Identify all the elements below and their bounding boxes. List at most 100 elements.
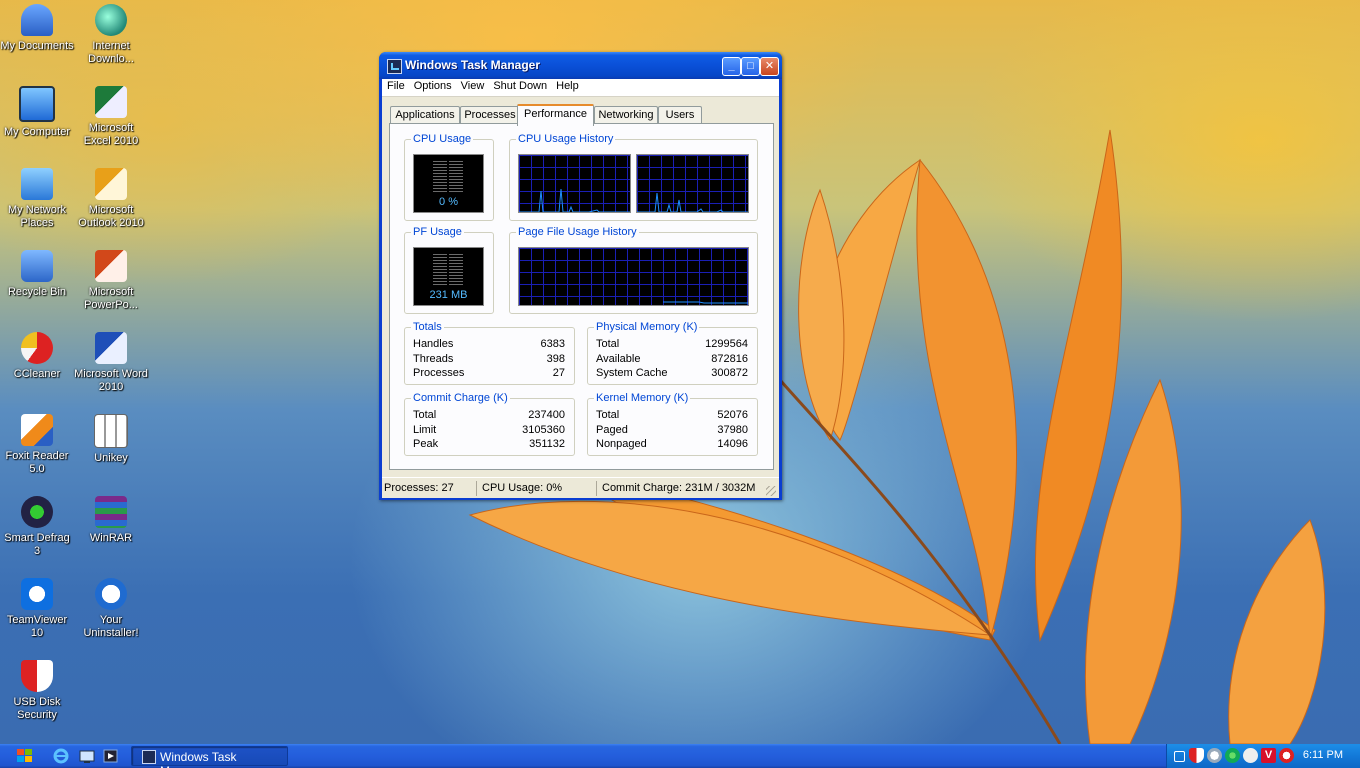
resize-grip[interactable] [766, 486, 776, 496]
desktop-icon-word[interactable]: Microsoft Word 2010 [74, 332, 148, 394]
desktop-icon-outlook[interactable]: Microsoft Outlook 2010 [74, 168, 148, 230]
totals-handles-row: Handles 6383 [413, 338, 565, 352]
menu-bar: File Options View Shut Down Help [382, 79, 779, 97]
pf-usage-meter: 231 MB [413, 247, 484, 306]
cpu-history-line-2 [637, 192, 748, 212]
desktop-icon-label: My Computer [3, 126, 71, 138]
windows-logo-icon [17, 749, 32, 762]
performance-panel: CPU Usage 0 % CPU Usage History PF Usage… [389, 123, 774, 470]
stat-label: Total [413, 409, 437, 421]
media-player-icon[interactable] [102, 747, 120, 765]
kernel-memory-group: Kernel Memory (K) Total 52076 Paged 3798… [587, 392, 758, 456]
tray-status-icon[interactable] [1243, 748, 1258, 763]
start-button[interactable] [14, 747, 36, 765]
desktop-icon-my-computer[interactable]: My Computer [0, 86, 74, 139]
window-titlebar[interactable]: Windows Task Manager _ □ ✕ [379, 52, 782, 79]
kernel-nonpaged-row: Nonpaged 14096 [596, 438, 748, 452]
tab-networking[interactable]: Networking [594, 106, 658, 124]
desktop-icon-my-documents[interactable]: My Documents [0, 4, 74, 53]
menu-file[interactable]: File [382, 79, 409, 92]
totals-threads-row: Threads 398 [413, 353, 565, 367]
pf-meter-bars [433, 254, 463, 286]
usb-security-tray-icon[interactable] [1189, 748, 1204, 763]
desktop-icon-your-uninstaller[interactable]: Your Uninstaller! [74, 578, 148, 640]
tray-alert-icon[interactable] [1279, 748, 1294, 763]
desktop-icon-label: Your Uninstaller! [83, 614, 139, 639]
desktop-icon-internet-download[interactable]: Internet Downlo... [74, 4, 148, 66]
menu-help[interactable]: Help [551, 79, 583, 92]
status-commit-charge: Commit Charge: 231M / 3032M [596, 481, 772, 496]
stat-value: 3105360 [522, 424, 565, 436]
task-manager-icon [387, 59, 402, 74]
powerpoint-icon [95, 250, 127, 282]
stat-label: Limit [413, 424, 437, 436]
physical-memory-title: Physical Memory (K) [594, 321, 700, 333]
desktop: My Documents My Computer My Network Plac… [0, 0, 1360, 744]
unikey-icon [94, 414, 128, 448]
desktop-icon-label: Internet Downlo... [88, 40, 134, 65]
stat-value: 1299564 [705, 338, 748, 350]
show-desktop-icon[interactable] [78, 747, 96, 765]
desktop-icon-powerpoint[interactable]: Microsoft PowerPo... [74, 250, 148, 312]
task-manager-window[interactable]: Windows Task Manager _ □ ✕ File Options Vi… [379, 52, 782, 500]
desktop-icon-label: Unikey [94, 452, 128, 464]
taskbar-button-label: Windows Task Manager [160, 750, 237, 768]
outlook-icon [95, 168, 127, 200]
stat-value: 237400 [528, 409, 565, 421]
monitor-icon [19, 86, 55, 122]
menu-shut-down[interactable]: Shut Down [488, 79, 551, 92]
cpu-history-title: CPU Usage History [516, 133, 616, 145]
desktop-icon-foxit-reader[interactable]: Foxit Reader 5.0 [0, 414, 74, 476]
taskbar: Windows Task Manager V 6:11 PM [0, 744, 1360, 768]
tab-applications[interactable]: Applications [390, 106, 460, 124]
desktop-icon-label: TeamViewer 10 [6, 614, 68, 639]
status-bar: Processes: 27 CPU Usage: 0% Commit Charg… [382, 477, 779, 498]
desktop-icon-excel[interactable]: Microsoft Excel 2010 [74, 86, 148, 148]
stat-label: Processes [413, 367, 465, 379]
maximize-button[interactable]: □ [741, 57, 760, 76]
desktop-icon-my-network-places[interactable]: My Network Places [0, 168, 74, 230]
stat-label: Nonpaged [596, 438, 647, 450]
stat-label: Available [596, 353, 641, 365]
word-icon [95, 332, 127, 364]
taskbar-button-task-manager[interactable]: Windows Task Manager [131, 746, 288, 768]
minimize-button[interactable]: _ [722, 57, 741, 76]
stat-label: Peak [413, 438, 439, 450]
antivirus-tray-icon[interactable]: V [1261, 748, 1276, 763]
pf-usage-title: PF Usage [411, 226, 464, 238]
uninstaller-icon [95, 578, 127, 610]
desktop-icon-usb-disk-security[interactable]: USB Disk Security [0, 660, 74, 722]
totals-group: Totals Handles 6383 Threads 398 Processe… [404, 321, 575, 385]
tab-performance[interactable]: Performance [517, 104, 594, 126]
internet-explorer-icon[interactable] [52, 747, 70, 765]
stat-label: Total [596, 409, 620, 421]
commit-peak-row: Peak 351132 [413, 438, 565, 452]
page-file-history-line [663, 301, 748, 304]
desktop-icon-recycle-bin[interactable]: Recycle Bin [0, 250, 74, 299]
tab-processes[interactable]: Processes [460, 106, 520, 124]
desktop-icon-label: My Network Places [7, 204, 67, 229]
menu-view[interactable]: View [456, 79, 489, 92]
kernel-paged-row: Paged 37980 [596, 424, 748, 438]
desktop-icon-unikey[interactable]: Unikey [74, 414, 148, 465]
desktop-icon-label: Microsoft Word 2010 [74, 368, 148, 393]
tray-network-icon[interactable] [1225, 748, 1240, 763]
tab-users[interactable]: Users [658, 106, 702, 124]
taskbar-clock[interactable]: 6:11 PM [1303, 749, 1343, 761]
stat-value: 14096 [717, 438, 748, 450]
desktop-icon-label: USB Disk Security [13, 696, 61, 721]
cpu-usage-meter: 0 % [413, 154, 484, 213]
tray-disk-icon[interactable] [1207, 748, 1222, 763]
tray-square-icon[interactable] [1174, 751, 1185, 762]
desktop-icon-smart-defrag[interactable]: Smart Defrag 3 [0, 496, 74, 558]
close-button[interactable]: ✕ [760, 57, 779, 76]
stat-label: System Cache [596, 367, 668, 379]
desktop-icon-teamviewer[interactable]: TeamViewer 10 [0, 578, 74, 640]
cpu-usage-title: CPU Usage [411, 133, 474, 145]
menu-options[interactable]: Options [409, 79, 456, 92]
desktop-icon-ccleaner[interactable]: CCleaner [0, 332, 74, 381]
desktop-icon-label: Microsoft Outlook 2010 [78, 204, 144, 229]
desktop-icon-winrar[interactable]: WinRAR [74, 496, 148, 545]
physical-system-cache-row: System Cache 300872 [596, 367, 748, 381]
commit-limit-row: Limit 3105360 [413, 424, 565, 438]
